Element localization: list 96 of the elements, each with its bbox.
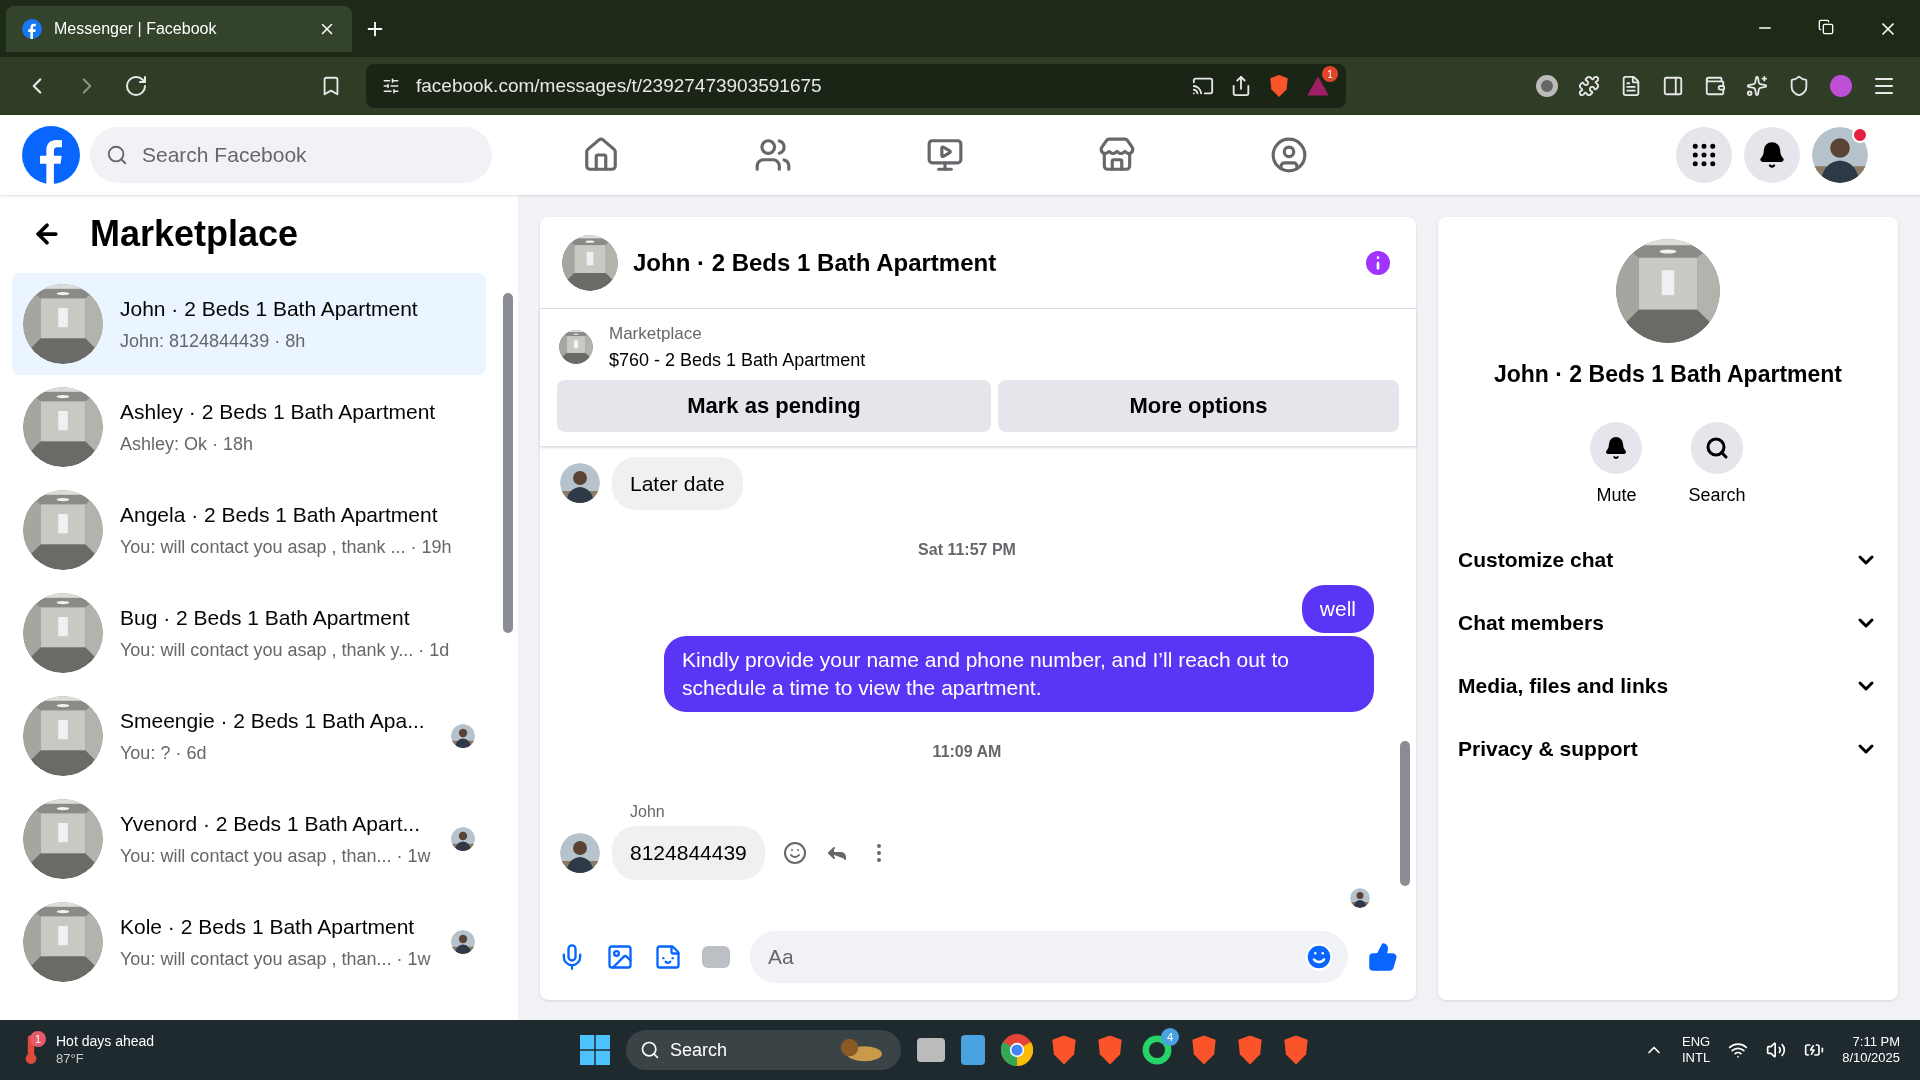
alert-badge: 1: [1322, 66, 1338, 82]
search-icon: [1705, 435, 1729, 460]
conversation-preview: You: will contact you asap , than... · 1w: [120, 948, 432, 972]
restore-icon[interactable]: [1818, 18, 1834, 35]
facebook-logo-icon[interactable]: [22, 126, 80, 184]
notifications-button[interactable]: [1744, 127, 1800, 183]
sender-name: John: [630, 802, 666, 822]
bell-icon: [1758, 141, 1786, 169]
conversation-title: Yvenord · 2 Beds 1 Bath Apart...: [120, 810, 422, 837]
message-bubble: Kindly provide your name and phone number, and I’ll reach out to schedule a time to view the apartment.: [664, 636, 1374, 712]
section-header[interactable]: Media, files and links: [1458, 654, 1878, 718]
lion-shield-icon[interactable]: [1281, 1034, 1311, 1066]
address-bar[interactable]: facebook.com/messages/t/23927473903591675 1: [366, 64, 1346, 108]
conversation-item[interactable]: Bug · 2 Beds 1 Bath Apartment You: will contact you asap , thank y... · 1d: [12, 582, 486, 684]
sidebar-icon[interactable]: [1662, 75, 1684, 97]
video-icon[interactable]: [926, 136, 964, 174]
conversation-title: John · 2 Beds 1 Bath Apartment: [120, 295, 419, 322]
conversation-item[interactable]: Kole · 2 Beds 1 Bath Apartment You: will contact you asap , than... · 1w: [12, 891, 486, 993]
conversation-item[interactable]: Smeengie · 2 Beds 1 Bath Apa... You: ? · 6d: [12, 685, 486, 787]
lion-shield-icon[interactable]: [1189, 1034, 1219, 1066]
chat-title: John · 2 Beds 1 Bath Apartment: [633, 247, 998, 278]
clock[interactable]: 7:11 PM 8/10/2025: [1842, 1033, 1900, 1067]
menu-button[interactable]: [1676, 127, 1732, 183]
sidebar-title: Marketplace: [90, 212, 299, 256]
record-icon[interactable]: [1536, 75, 1558, 97]
language-indicator[interactable]: ENG INTL: [1682, 1033, 1711, 1067]
facebook-logo-icon: [22, 18, 42, 39]
conversation-preview: You: will contact you asap , thank y... · 1d: [120, 639, 451, 663]
action-button[interactable]: More options: [998, 379, 1399, 432]
conversation-item[interactable]: John · 2 Beds 1 Bath Apartment John: 8124844439 · 8h: [12, 273, 486, 375]
chrome-icon[interactable]: [1001, 1034, 1033, 1066]
volume-icon[interactable]: [1766, 1040, 1787, 1060]
search-icon: [106, 144, 128, 166]
search-icon: [640, 1040, 660, 1060]
lion-shield-icon[interactable]: [1268, 74, 1290, 98]
browser-tab[interactable]: Messenger | Facebook: [6, 5, 352, 52]
sparkle-icon[interactable]: [1746, 75, 1768, 97]
chat-badge: 4: [1161, 1028, 1179, 1046]
tab-title: Messenger | Facebook: [54, 18, 218, 39]
conversation-preview: You: will contact you asap , than... · 1w: [120, 845, 432, 869]
network-icon[interactable]: [1728, 1040, 1749, 1060]
conversation-title: Kole · 2 Beds 1 Bath Apartment: [120, 913, 416, 940]
url-text: facebook.com/messages/t/23927473903591675: [416, 73, 823, 98]
chat-bubble-icon[interactable]: [1141, 1034, 1173, 1066]
conversation-item[interactable]: Angela · 2 Beds 1 Bath Apartment You: will contact you asap , thank ... · 19h: [12, 479, 486, 581]
like-icon[interactable]: [1368, 942, 1398, 972]
react-icon[interactable]: [782, 840, 807, 865]
conversation-preview: Ashley: Ok · 18h: [120, 433, 255, 457]
conversation-title: Bug · 2 Beds 1 Bath Apartment: [120, 604, 411, 631]
section-header[interactable]: Privacy & support: [1458, 717, 1878, 781]
triangle-icon[interactable]: [1306, 74, 1330, 98]
share-icon[interactable]: [1230, 75, 1252, 97]
message-field[interactable]: Aa: [750, 931, 1348, 983]
weather-badge: 1: [30, 1031, 46, 1047]
cast-icon[interactable]: [1192, 75, 1214, 97]
groups-icon[interactable]: [1270, 136, 1308, 174]
wallet-icon[interactable]: [1704, 75, 1726, 97]
lion-shield-icon[interactable]: [1049, 1034, 1079, 1066]
message-bubble: well: [1301, 585, 1374, 633]
friends-icon[interactable]: [754, 136, 792, 174]
message-bubble: Later date: [612, 456, 743, 510]
conversation-title: Ashley · 2 Beds 1 Bath Apartment: [120, 398, 437, 425]
action-button[interactable]: Mark as pending: [557, 379, 991, 432]
conversation-preview: John: 8124844439 · 8h: [120, 330, 307, 354]
conversation-item[interactable]: Yvenord · 2 Beds 1 Bath Apart... You: will contact you asap , than... · 1w: [12, 788, 486, 890]
conversation-item[interactable]: Ashley · 2 Beds 1 Bath Apartment Ashley: Ok · 18h: [12, 376, 486, 478]
reload-icon[interactable]: [124, 74, 148, 98]
bell-icon: [1604, 435, 1629, 460]
timestamp: Sat 11:57 PM: [918, 540, 1016, 560]
timestamp: 11:09 AM: [932, 742, 1002, 762]
windows-icon[interactable]: [580, 1035, 610, 1065]
shield-icon[interactable]: [1788, 75, 1810, 97]
conversation-name: John · 2 Beds 1 Bath Apartment: [1493, 360, 1842, 389]
conversation-title: Angela · 2 Beds 1 Bath Apartment: [120, 501, 439, 528]
message-bubble: 8124844439: [612, 826, 765, 880]
conversation-preview: You: will contact you asap , thank ... · 19h: [120, 536, 453, 560]
conversation-title: Smeengie · 2 Beds 1 Bath Apa...: [120, 707, 426, 734]
reader-icon[interactable]: [1620, 75, 1642, 97]
search-field[interactable]: Search Facebook: [90, 127, 492, 183]
section-header[interactable]: Customize chat: [1458, 528, 1878, 592]
weather-text[interactable]: Hot days ahead: [56, 1033, 155, 1051]
home-icon[interactable]: [582, 136, 620, 174]
temperature: 87°F: [56, 1050, 85, 1067]
taskbar-search[interactable]: Search: [626, 1030, 901, 1070]
conversation-preview: You: ? · 6d: [120, 742, 208, 766]
listing-label: Marketplace: [609, 323, 703, 345]
marketplace-icon[interactable]: [1098, 136, 1136, 174]
listing-title: $760 - 2 Beds 1 Bath Apartment: [609, 348, 866, 372]
sticker-icon[interactable]: [654, 943, 682, 971]
profile-icon[interactable]: [1830, 75, 1852, 97]
site-settings-icon[interactable]: [382, 77, 400, 95]
section-header[interactable]: Chat members: [1458, 591, 1878, 655]
extensions-icon[interactable]: [1578, 75, 1600, 97]
lion-shield-icon[interactable]: [1235, 1034, 1265, 1066]
lion-shield-icon[interactable]: [1095, 1034, 1125, 1066]
photo-icon[interactable]: [606, 943, 634, 971]
